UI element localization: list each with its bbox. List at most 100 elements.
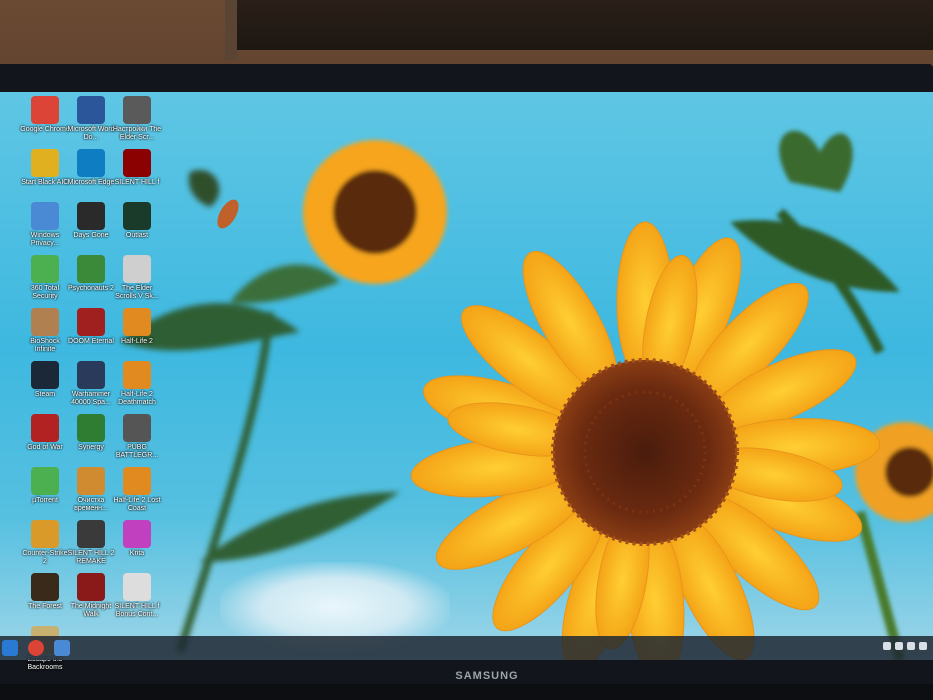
volume-icon[interactable]	[919, 642, 927, 650]
desktop-icon-label: Очистка временн...	[74, 497, 108, 512]
doom-icon	[77, 308, 105, 336]
desktop-icon-label: Krita	[129, 550, 145, 557]
desktop-icon-label: Half-Life 2 Lost Coast	[113, 497, 161, 512]
desktop-icon[interactable]: PUBG BATTLEGR...	[112, 414, 162, 460]
chrome-taskbar-icon[interactable]	[28, 640, 44, 656]
desktop-icon[interactable]: Counter-Strike 2	[20, 520, 70, 566]
outlast-icon	[123, 202, 151, 230]
start-menu-icon[interactable]	[2, 640, 18, 656]
desktop-icon-label: God of War	[27, 444, 63, 451]
midnight-walk-icon	[77, 573, 105, 601]
forest-icon	[31, 573, 59, 601]
privacy-icon	[31, 202, 59, 230]
start-icon	[31, 149, 59, 177]
desktop-icon-label: SILENT HILL f	[114, 179, 160, 186]
security-icon	[31, 255, 59, 283]
desktop-icon[interactable]: Steam	[20, 361, 70, 399]
shelf	[225, 0, 933, 50]
desktop-icon[interactable]: Очистка временн...	[66, 467, 116, 513]
cs2-icon	[31, 520, 59, 548]
silent-hill-icon	[123, 149, 151, 177]
desktop-icon[interactable]: Half-Life 2	[112, 308, 162, 346]
wifi-icon[interactable]	[883, 642, 891, 650]
desktop-icon-label: BioShock Infinite	[30, 338, 60, 353]
desktop-icon-label: Microsoft Edge	[67, 179, 115, 186]
desktop-icon-label: Steam	[34, 391, 56, 398]
desktop-icon[interactable]: Warhammer 40000 Spa...	[66, 361, 116, 407]
desktop-icon-label: Days Gone	[73, 232, 109, 239]
desktop-icon[interactable]: The Midnight Walk	[66, 573, 116, 619]
desktop-icon[interactable]: Microsoft Word Do...	[66, 96, 116, 142]
desktop-icon-label: Outlast	[125, 232, 149, 239]
desktop-icon[interactable]: BioShock Infinite	[20, 308, 70, 354]
utorrent-icon	[31, 467, 59, 495]
desktop-icon[interactable]: Microsoft Edge	[66, 149, 116, 187]
desktop-icon-label: PUBG BATTLEGR...	[115, 444, 159, 459]
pubg-icon	[123, 414, 151, 442]
desktop-icon[interactable]: Krita	[112, 520, 162, 558]
cleanup-icon	[77, 467, 105, 495]
desktop-icon[interactable]: Outlast	[112, 202, 162, 240]
warhammer-icon	[77, 361, 105, 389]
synergy-icon	[77, 414, 105, 442]
sh-bonus-icon	[123, 573, 151, 601]
desktop-icon-label: SILENT HILL f Bonus Cont...	[114, 603, 160, 618]
shelf-edge	[225, 0, 237, 60]
desktop-icon[interactable]: Synergy	[66, 414, 116, 452]
system-tray	[883, 642, 927, 654]
desktop-icon[interactable]: SILENT HILL f Bonus Cont...	[112, 573, 162, 619]
desktop-icon-label: DOOM Eternal	[68, 338, 114, 345]
krita-icon	[123, 520, 151, 548]
desktop-icon-label: Psychonauts 2	[68, 285, 114, 292]
desktop-icon[interactable]: SILENT HILL f	[112, 149, 162, 187]
desktop-icon[interactable]: Настройки The Elder Scr...	[112, 96, 162, 142]
edge-icon	[77, 149, 105, 177]
monitor-bezel-bottom	[0, 684, 933, 700]
monitor-brand-logo: SAMSUNG	[455, 670, 519, 682]
store-icon[interactable]	[54, 640, 70, 656]
desktop-icon-label: Counter-Strike 2	[22, 550, 68, 565]
skyrim-icon	[123, 255, 151, 283]
desktop-icon-label: Half-Life 2	[121, 338, 153, 345]
desktop-icon-label: Warhammer 40000 Spa...	[71, 391, 111, 406]
desktop-icon[interactable]: Days Gone	[66, 202, 116, 240]
desktop-icon-label: Google Chrome	[20, 126, 70, 133]
desktop-icon[interactable]: Half-Life 2 Lost Coast	[112, 467, 162, 513]
days-gone-icon	[77, 202, 105, 230]
desktop-icon-label: Start Black AIO	[21, 179, 69, 186]
desktop-icon[interactable]: µTorrent	[20, 467, 70, 505]
battery-icon[interactable]	[907, 642, 915, 650]
desktop-icon[interactable]: Half-Life 2 Deathmatch	[112, 361, 162, 407]
desktop-icon-label: The Midnight Walk	[70, 603, 112, 618]
desktop-icon[interactable]: Google Chrome	[20, 96, 70, 134]
desktop-icon[interactable]: Psychonauts 2	[66, 255, 116, 293]
god-of-war-icon	[31, 414, 59, 442]
desktop-icon-label: Half-Life 2 Deathmatch	[118, 391, 156, 406]
desktop-icon-label: Microsoft Word Do...	[67, 126, 115, 141]
desktop-icon[interactable]: Windows Privacy...	[20, 202, 70, 248]
desktop-icon[interactable]: SILENT HILL 2 REMAKE	[66, 520, 116, 566]
sh2-icon	[77, 520, 105, 548]
elder-scrolls-icon	[123, 96, 151, 124]
hl2-dm-icon	[123, 361, 151, 389]
desktop-icon-label: Настройки The Elder Scr...	[112, 126, 162, 141]
desktop-icon[interactable]: God of War	[20, 414, 70, 452]
desktop-icon-label: Windows Privacy...	[30, 232, 60, 247]
chrome-icon	[31, 96, 59, 124]
desktop-icon[interactable]: The Forest	[20, 573, 70, 611]
desktop-icon-label: 360 Total Security	[30, 285, 60, 300]
steam-icon	[31, 361, 59, 389]
network-icon[interactable]	[895, 642, 903, 650]
half-life-icon	[123, 308, 151, 336]
psychonauts-icon	[77, 255, 105, 283]
desktop-icon-label: The Forest	[28, 603, 62, 610]
desktop-icon[interactable]: 360 Total Security	[20, 255, 70, 301]
desktop-icon[interactable]: Start Black AIO	[20, 149, 70, 187]
desktop-icon[interactable]: The Elder Scrolls V Sk...	[112, 255, 162, 301]
desktop-icon-label: SILENT HILL 2 REMAKE	[67, 550, 115, 565]
taskbar	[0, 636, 933, 660]
desktop-icon-label: The Elder Scrolls V Sk...	[115, 285, 159, 300]
desktop-icon-label: Synergy	[78, 444, 104, 451]
desktop-icon[interactable]: DOOM Eternal	[66, 308, 116, 346]
hl2-lc-icon	[123, 467, 151, 495]
